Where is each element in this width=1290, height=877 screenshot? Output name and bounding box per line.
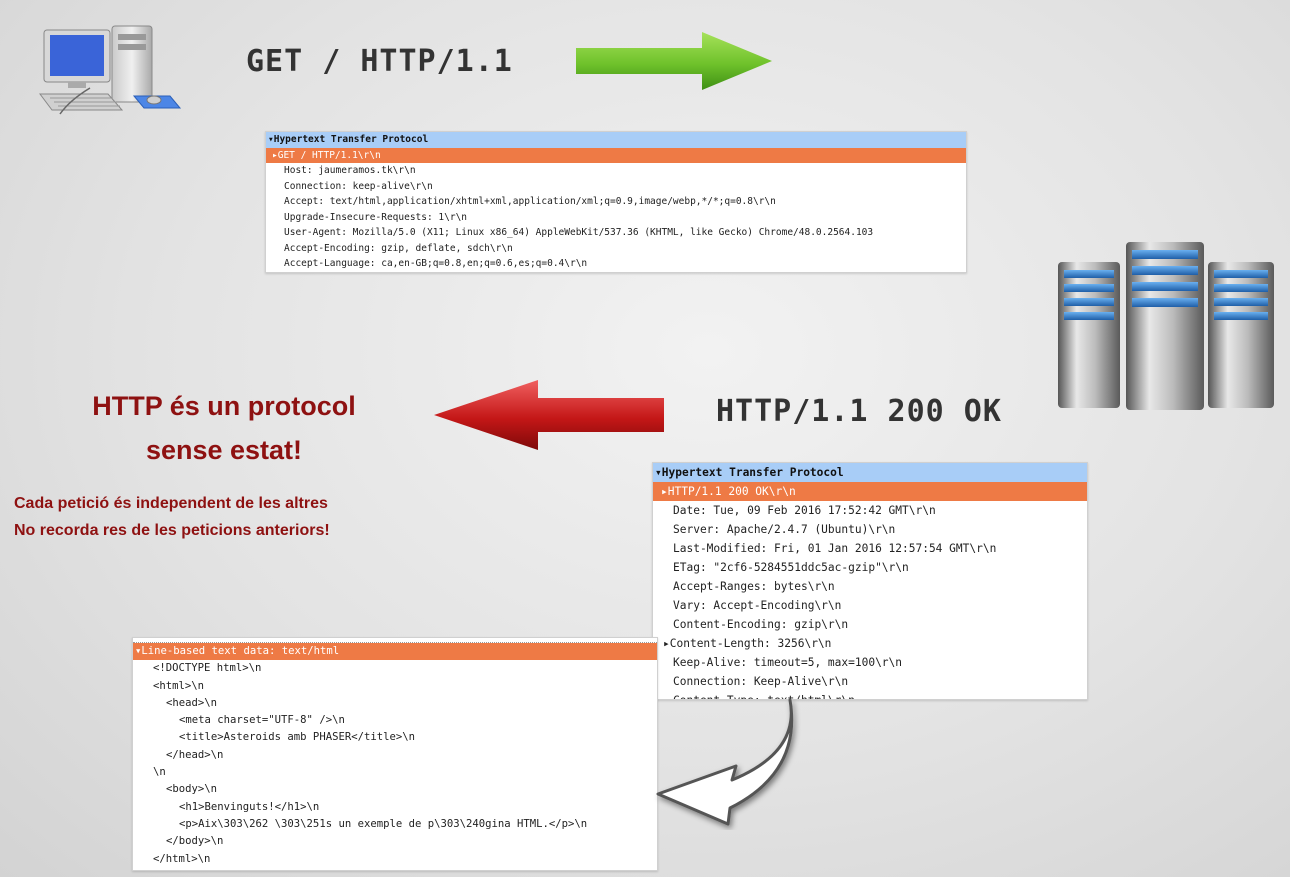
body-line[interactable]: <meta charset="UTF-8" />\n: [153, 712, 657, 729]
request-header-line[interactable]: Accept: text/html,application/xhtml+xml,…: [284, 194, 966, 210]
body-line[interactable]: <html>\n: [153, 678, 657, 695]
request-line: GET / HTTP/1.1: [246, 44, 513, 79]
request-selected-line[interactable]: ▸GET / HTTP/1.1\r\n: [266, 147, 966, 163]
body-line[interactable]: <body>\n: [153, 781, 657, 798]
request-http-panel: ▾Hypertext Transfer Protocol ▸GET / HTTP…: [265, 131, 967, 273]
request-header-list: Host: jaumeramos.tk\r\n Connection: keep…: [266, 163, 966, 272]
response-header-line[interactable]: Server: Apache/2.4.7 (Ubuntu)\r\n: [673, 520, 1087, 539]
server-icon: [1058, 242, 1274, 410]
response-header-line[interactable]: Connection: Keep-Alive\r\n: [673, 672, 1087, 691]
body-text-panel: ▾Line-based text data: text/html <!DOCTY…: [132, 637, 658, 871]
request-header-line[interactable]: Accept-Language: ca,en-GB;q=0.8,en;q=0.6…: [284, 256, 966, 272]
request-header-line[interactable]: User-Agent: Mozilla/5.0 (X11; Linux x86_…: [284, 225, 966, 241]
body-line-list: <!DOCTYPE html>\n <html>\n <head>\n <met…: [133, 660, 657, 868]
response-header-line[interactable]: Accept-Ranges: bytes\r\n: [673, 577, 1087, 596]
body-line[interactable]: <head>\n: [153, 695, 657, 712]
response-panel-header[interactable]: ▾Hypertext Transfer Protocol: [653, 463, 1087, 482]
body-line[interactable]: </body>\n: [153, 833, 657, 850]
message-subtitle: Cada petició és independent de les altre…: [14, 495, 330, 539]
request-header-line[interactable]: Host: jaumeramos.tk\r\n: [284, 163, 966, 179]
client-computer-icon: [39, 25, 182, 115]
expand-triangle-icon[interactable]: ▸: [663, 637, 670, 650]
curved-arrow-icon: [656, 698, 794, 826]
arrow-left-icon: [434, 380, 664, 450]
stateless-message: HTTP és un protocol sense estat! Cada pe…: [14, 384, 434, 544]
response-header-line[interactable]: Last-Modified: Fri, 01 Jan 2016 12:57:54…: [673, 539, 1087, 558]
response-selected-line[interactable]: ▸HTTP/1.1 200 OK\r\n: [653, 482, 1087, 501]
body-line[interactable]: </head>\n: [153, 747, 657, 764]
response-header-line[interactable]: Keep-Alive: timeout=5, max=100\r\n: [673, 653, 1087, 672]
response-http-panel: ▾Hypertext Transfer Protocol ▸HTTP/1.1 2…: [652, 462, 1088, 700]
request-header-line[interactable]: Upgrade-Insecure-Requests: 1\r\n: [284, 210, 966, 226]
response-header-line[interactable]: Date: Tue, 09 Feb 2016 17:52:42 GMT\r\n: [673, 501, 1087, 520]
response-line: HTTP/1.1 200 OK: [716, 394, 1002, 429]
request-header-line[interactable]: Accept-Encoding: gzip, deflate, sdch\r\n: [284, 241, 966, 257]
response-header-line-expandable[interactable]: ▸Content-Length: 3256\r\n: [663, 634, 1087, 653]
message-title: HTTP és un protocol sense estat!: [92, 391, 356, 465]
body-line[interactable]: <!DOCTYPE html>\n: [153, 660, 657, 677]
body-line[interactable]: <h1>Benvinguts!</h1>\n: [153, 799, 657, 816]
body-line[interactable]: \n: [153, 764, 657, 781]
request-panel-header[interactable]: ▾Hypertext Transfer Protocol: [266, 132, 966, 148]
response-header-line[interactable]: Content-Encoding: gzip\r\n: [673, 615, 1087, 634]
arrow-right-icon: [576, 32, 772, 90]
response-header-line[interactable]: Vary: Accept-Encoding\r\n: [673, 596, 1087, 615]
body-line[interactable]: <p>Aix\303\262 \303\251s un exemple de p…: [153, 816, 657, 833]
response-header-line[interactable]: ETag: "2cf6-5284551ddc5ac-gzip"\r\n: [673, 558, 1087, 577]
request-header-line[interactable]: Connection: keep-alive\r\n: [284, 179, 966, 195]
body-line[interactable]: <title>Asteroids amb PHASER</title>\n: [153, 729, 657, 746]
response-header-list: Date: Tue, 09 Feb 2016 17:52:42 GMT\r\n …: [653, 501, 1087, 699]
body-panel-header[interactable]: ▾Line-based text data: text/html: [133, 643, 657, 661]
body-line[interactable]: </html>\n: [153, 851, 657, 868]
